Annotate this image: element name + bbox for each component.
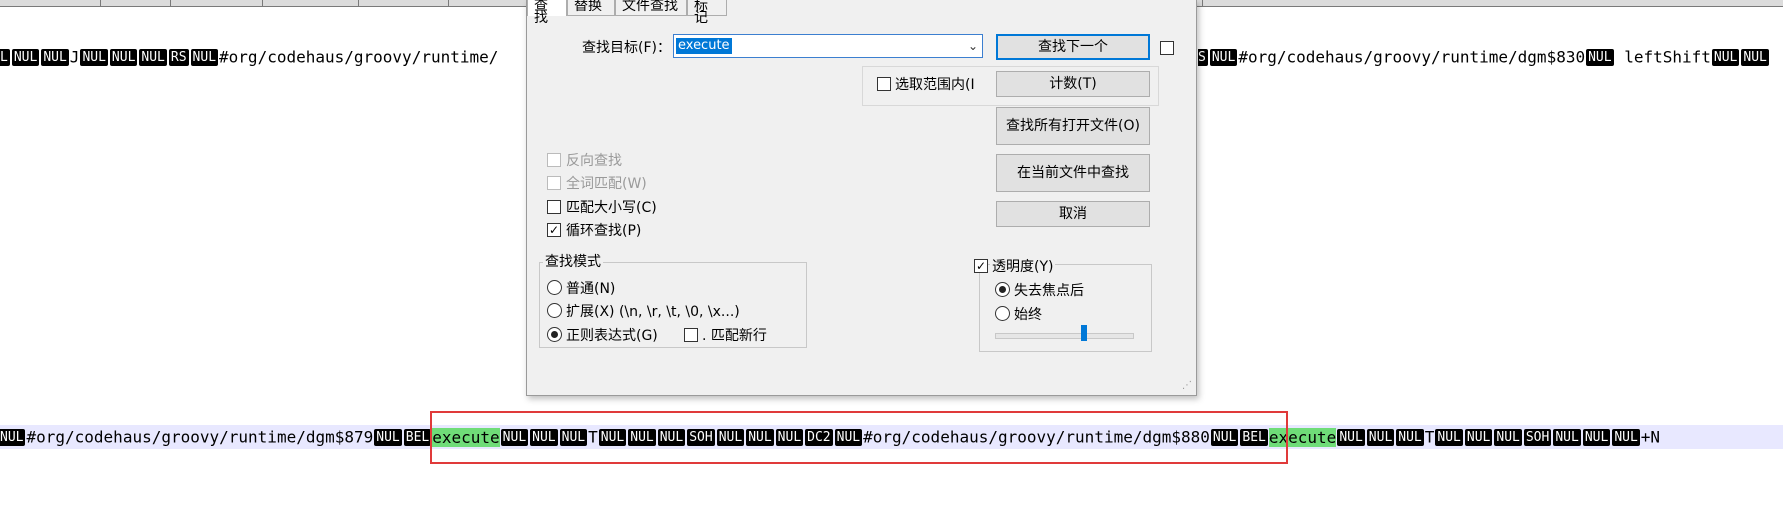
backward-label: 反向查找	[566, 153, 622, 169]
find-all-open-files-button[interactable]: 查找所有打开文件(O)	[996, 107, 1150, 145]
line-text: +N	[1640, 427, 1661, 447]
find-all-in-current-button[interactable]: 在当前文件中查找	[996, 154, 1150, 192]
count-button[interactable]: 计数(T)	[996, 71, 1150, 97]
mode-normal-radio[interactable]	[547, 280, 562, 295]
dot-matches-newline-checkbox[interactable]	[684, 328, 698, 342]
find-next-checkbox[interactable]	[1160, 41, 1174, 55]
always-radio[interactable]	[995, 306, 1010, 321]
control-char-token: NUL	[1396, 429, 1424, 446]
control-char-token: NUL	[1337, 429, 1365, 446]
control-char-token: NUL	[1612, 429, 1640, 446]
line-text: #org/codehaus/groovy/runtime/dgm$879	[26, 427, 374, 447]
control-char-token: L	[0, 49, 10, 66]
find-what-value: execute	[676, 38, 732, 54]
control-char-token: NUL	[1494, 429, 1522, 446]
control-char-token: NUL	[1553, 429, 1581, 446]
in-selection-label: 选取范围内(I	[895, 77, 975, 93]
transparency-title: 透明度(Y)	[990, 256, 1056, 276]
cancel-button[interactable]: 取消	[996, 201, 1150, 227]
mode-extended-label: 扩展(X) (\n, \r, \t, \0, \x...)	[566, 304, 740, 320]
find-what-label: 查找目标(F)：	[582, 40, 671, 56]
control-char-token: SOH	[1523, 429, 1552, 446]
control-char-token: NUL	[1435, 429, 1463, 446]
tab-divider	[100, 0, 101, 6]
backward-checkbox[interactable]	[547, 153, 561, 167]
tab-replace[interactable]: 替换	[567, 0, 615, 16]
control-char-token: NUL	[1582, 429, 1611, 446]
control-char-token: NUL	[1464, 429, 1493, 446]
find-next-button[interactable]: 查找下一个	[996, 34, 1150, 60]
control-char-token: NUL	[1209, 49, 1238, 66]
mode-extended-radio[interactable]	[547, 303, 562, 318]
tab-divider	[358, 0, 359, 6]
always-label: 始终	[1014, 307, 1042, 323]
dot-matches-newline-label: . 匹配新行	[702, 328, 767, 344]
mode-regex-label: 正则表达式(G)	[566, 328, 658, 344]
control-char-token: NUL	[190, 49, 219, 66]
control-char-token: NUL	[41, 49, 69, 66]
control-char-token: NUL	[11, 49, 40, 66]
tab-find-in-files[interactable]: 文件查找	[615, 0, 687, 16]
resize-grip-icon[interactable]: ⋰	[1182, 380, 1192, 391]
control-char-token: NUL	[374, 429, 402, 446]
radio-selected-dot	[551, 331, 558, 338]
control-char-token: S	[1198, 49, 1208, 66]
control-char-token: NUL	[139, 49, 167, 66]
control-char-token: NUL	[109, 49, 138, 66]
control-char-token: NUL	[80, 49, 108, 66]
whole-word-checkbox[interactable]	[547, 176, 561, 190]
tab-divider	[1202, 0, 1203, 6]
editor-line-1: L NUL NUL J NUL NUL NUL RS NUL #org/codehaus/groo…	[0, 45, 498, 69]
match-case-checkbox[interactable]	[547, 200, 561, 214]
find-what-combobox[interactable]: execute ⌄	[673, 34, 983, 58]
on-lose-focus-label: 失去焦点后	[1014, 283, 1084, 299]
match-case-label: 匹配大小写(C)	[566, 200, 657, 216]
control-char-token: NUL	[1366, 429, 1395, 446]
control-char-token: NUL	[1711, 49, 1740, 66]
line-text: leftShift	[1614, 47, 1711, 67]
control-char-token: NUL	[1586, 49, 1614, 66]
mode-regex-radio[interactable]	[547, 327, 562, 342]
chevron-down-icon[interactable]: ⌄	[968, 39, 978, 53]
wrap-around-label: 循环查找(P)	[566, 223, 642, 239]
transparency-checkbox[interactable]: ✓	[974, 259, 988, 273]
control-char-token: NUL	[1741, 49, 1769, 66]
line-text: #org/codehaus/groovy/runtime/	[219, 47, 499, 67]
line-text: J	[69, 47, 80, 67]
tab-find[interactable]: 查找	[527, 0, 567, 25]
tab-divider	[170, 0, 171, 6]
mode-normal-label: 普通(N)	[566, 281, 616, 297]
control-char-token: BEL	[403, 429, 432, 446]
in-selection-checkbox[interactable]	[877, 77, 891, 91]
control-char-token: RS	[168, 49, 189, 66]
radio-selected-dot	[999, 286, 1006, 293]
transparency-slider-thumb[interactable]	[1081, 325, 1087, 341]
whole-word-label: 全词匹配(W)	[566, 176, 647, 192]
tab-divider	[262, 0, 263, 6]
tab-mark[interactable]: 标记	[687, 0, 727, 25]
line-text: #org/codehaus/groovy/runtime/dgm$830	[1238, 47, 1586, 67]
wrap-around-checkbox[interactable]: ✓	[547, 223, 561, 237]
line-text: T	[1424, 427, 1435, 447]
tab-divider	[448, 0, 449, 6]
annotation-red-box	[430, 411, 1288, 464]
control-char-token: NUL	[0, 429, 26, 446]
editor-line-1-right: S NUL #org/codehaus/groovy/runtime/dgm$830…	[1198, 45, 1770, 69]
on-lose-focus-radio[interactable]	[995, 282, 1010, 297]
transparency-slider-track[interactable]	[995, 333, 1134, 339]
search-mode-title: 查找模式	[543, 251, 603, 271]
